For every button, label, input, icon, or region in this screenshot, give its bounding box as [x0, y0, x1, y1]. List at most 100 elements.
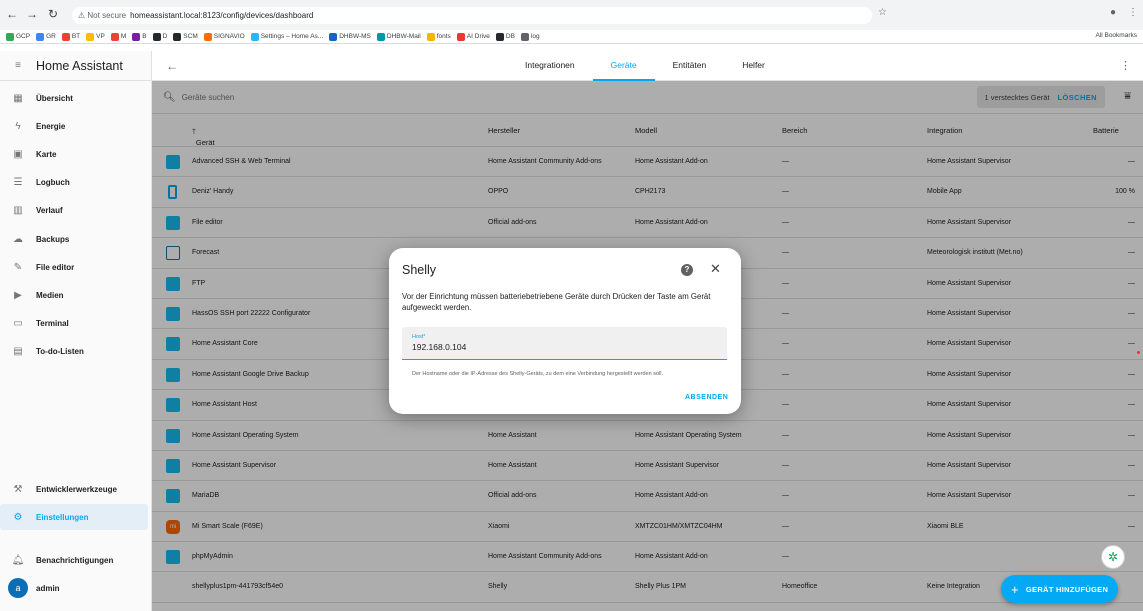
- sidebar-item-label: Übersicht: [36, 93, 73, 103]
- browser-toolbar: ← → ↻ ⚠ Not secure homeassistant.local:8…: [0, 0, 1143, 30]
- menu-icon[interactable]: ≡: [0, 60, 36, 71]
- bookmark-label: log: [530, 33, 540, 40]
- bookmark-item[interactable]: GR: [36, 32, 56, 41]
- hammer-icon: ⚒: [13, 483, 23, 495]
- bookmark-item[interactable]: log: [520, 32, 540, 41]
- tab-integrationen[interactable]: Integrationen: [507, 51, 593, 81]
- sidebar-item-to-do-listen[interactable]: ▤ To-do-Listen: [0, 339, 148, 365]
- sidebar-item-label: Entwicklerwerkzeuge: [36, 484, 117, 494]
- list-icon: ☰: [13, 177, 23, 189]
- tab-entitäten[interactable]: Entitäten: [655, 51, 725, 81]
- gear-icon: ⚙: [13, 511, 23, 523]
- bookmark-star-icon[interactable]: ☆: [878, 7, 887, 18]
- bookmark-favicon-icon: [426, 32, 435, 41]
- wrench-icon: ✎: [13, 261, 23, 273]
- bookmark-item[interactable]: SIGNAVIO: [203, 32, 245, 41]
- sidebar-item-terminal[interactable]: ▭ Terminal: [0, 311, 148, 337]
- back-arrow-icon[interactable]: ←: [5, 7, 19, 21]
- bookmark-item[interactable]: SCM: [173, 32, 198, 41]
- bookmark-label: Settings – Home As...: [260, 33, 324, 40]
- bookmark-label: DHBW-Mail: [386, 33, 421, 40]
- chart-icon: ▥: [13, 205, 23, 217]
- more-vert-icon[interactable]: ⋮: [1120, 59, 1131, 72]
- sidebar-header: ≡ Home Assistant: [0, 51, 151, 81]
- bookmark-item[interactable]: BT: [61, 32, 81, 41]
- bookmark-favicon-icon: [61, 32, 70, 41]
- bookmark-label: BT: [71, 33, 81, 40]
- bookmark-label: M: [120, 33, 127, 40]
- bookmark-item[interactable]: DHBW-MS: [329, 32, 371, 41]
- tab-helfer[interactable]: Helfer: [724, 51, 783, 81]
- sidebar-item-label: To-do-Listen: [36, 347, 84, 357]
- address-bar[interactable]: ⚠ Not secure homeassistant.local:8123/co…: [72, 7, 872, 24]
- sidebar-item-developer-tools[interactable]: ⚒ Entwicklerwerkzeuge: [0, 476, 148, 502]
- tab-bar: Integrationen Geräte Entitäten Helfer: [507, 51, 783, 81]
- add-device-button[interactable]: + GERÄT HINZUFÜGEN: [1001, 575, 1118, 603]
- bookmark-label: VP: [96, 33, 105, 40]
- forward-arrow-icon[interactable]: →: [25, 7, 39, 21]
- assist-icon[interactable]: ✲: [1101, 545, 1125, 569]
- media-icon: ▶: [14, 289, 22, 301]
- reload-icon[interactable]: ↻: [46, 7, 60, 21]
- sidebar-item-label: Verlauf: [36, 206, 63, 216]
- sidebar-item-label: Einstellungen: [36, 512, 89, 522]
- sidebar-item-verlauf[interactable]: ▥ Verlauf: [0, 198, 148, 224]
- bookmark-item[interactable]: M: [110, 32, 127, 41]
- browser-menu-icon[interactable]: ⋮: [1128, 7, 1138, 18]
- sidebar-item-label: Backups: [36, 234, 70, 244]
- sidebar-item-label: admin: [36, 583, 60, 593]
- app-title: Home Assistant: [36, 58, 123, 73]
- sidebar-item-label: Terminal: [36, 319, 69, 329]
- sidebar: ≡ Home Assistant ▦ Übersicht ϟ Energie ▣ Kart…: [0, 51, 152, 611]
- help-icon[interactable]: ?: [681, 264, 693, 276]
- sidebar-item-label: Karte: [36, 149, 57, 159]
- sidebar-item-settings[interactable]: ⚙ Einstellungen: [0, 504, 148, 530]
- dialog-title: Shelly: [402, 263, 437, 277]
- sidebar-item-label: Logbuch: [36, 178, 70, 188]
- bookmark-label: AI Drive: [466, 33, 490, 40]
- sidebar-item-notifications[interactable]: 🔔︎ Benachrichtigungen: [0, 547, 148, 573]
- map-icon: ▣: [13, 148, 23, 160]
- top-bar: ← Integrationen Geräte Entitäten Helfer ⋮: [152, 51, 1143, 81]
- dialog-description: Vor der Einrichtung müssen batteriebetri…: [402, 292, 711, 312]
- bookmark-favicon-icon: [495, 32, 504, 41]
- profile-avatar-icon[interactable]: ●: [1110, 7, 1116, 18]
- sidebar-item-energie[interactable]: ϟ Energie: [0, 113, 148, 139]
- bookmark-item[interactable]: DHBW-Mail: [376, 32, 421, 41]
- bookmark-item[interactable]: B: [132, 32, 147, 41]
- submit-button[interactable]: ABSENDEN: [685, 394, 728, 401]
- host-field-value[interactable]: 192.168.0.104: [412, 342, 466, 352]
- tab-geräte[interactable]: Geräte: [592, 51, 655, 81]
- bookmark-item[interactable]: AI Drive: [456, 32, 490, 41]
- not-secure-warning[interactable]: ⚠ Not secure: [78, 11, 126, 20]
- terminal-icon: ▭: [13, 318, 23, 330]
- sidebar-item-medien[interactable]: ▶ Medien: [0, 282, 148, 308]
- all-bookmarks[interactable]: All Bookmarks: [1095, 32, 1137, 39]
- bookmark-item[interactable]: D: [152, 32, 167, 41]
- bookmark-favicon-icon: [456, 32, 465, 41]
- bookmark-item[interactable]: Settings – Home As...: [250, 32, 324, 41]
- host-field-label: Host*: [412, 334, 426, 340]
- sidebar-item-logbuch[interactable]: ☰ Logbuch: [0, 170, 148, 196]
- sidebar-item-übersicht[interactable]: ▦ Übersicht: [0, 85, 148, 111]
- shelly-config-dialog: Shelly ? ✕ Vor der Einrichtung müssen ba…: [389, 248, 741, 414]
- cloud-icon: ☁: [13, 233, 23, 245]
- bookmark-favicon-icon: [173, 32, 182, 41]
- bookmark-label: SIGNAVIO: [213, 33, 245, 40]
- bookmark-item[interactable]: GCP: [6, 32, 30, 41]
- bookmark-favicon-icon: [6, 32, 14, 41]
- host-field[interactable]: Host* 192.168.0.104: [402, 327, 727, 360]
- back-icon[interactable]: ←: [166, 59, 178, 73]
- bell-icon: 🔔︎: [11, 554, 25, 566]
- sidebar-item-karte[interactable]: ▣ Karte: [0, 141, 148, 167]
- sidebar-item-backups[interactable]: ☁ Backups: [0, 226, 148, 252]
- close-icon[interactable]: ✕: [710, 261, 721, 277]
- bookmark-label: GR: [46, 33, 56, 40]
- sidebar-item-user[interactable]: a admin: [0, 575, 148, 601]
- bookmark-item[interactable]: VP: [86, 32, 105, 41]
- bookmark-item[interactable]: DB: [495, 32, 515, 41]
- sidebar-item-file-editor[interactable]: ✎ File editor: [0, 254, 148, 280]
- bookmark-item[interactable]: fonts: [426, 32, 451, 41]
- bookmark-favicon-icon: [86, 32, 95, 41]
- host-field-hint: Der Hostname oder die IP-Adresse des She…: [412, 371, 663, 377]
